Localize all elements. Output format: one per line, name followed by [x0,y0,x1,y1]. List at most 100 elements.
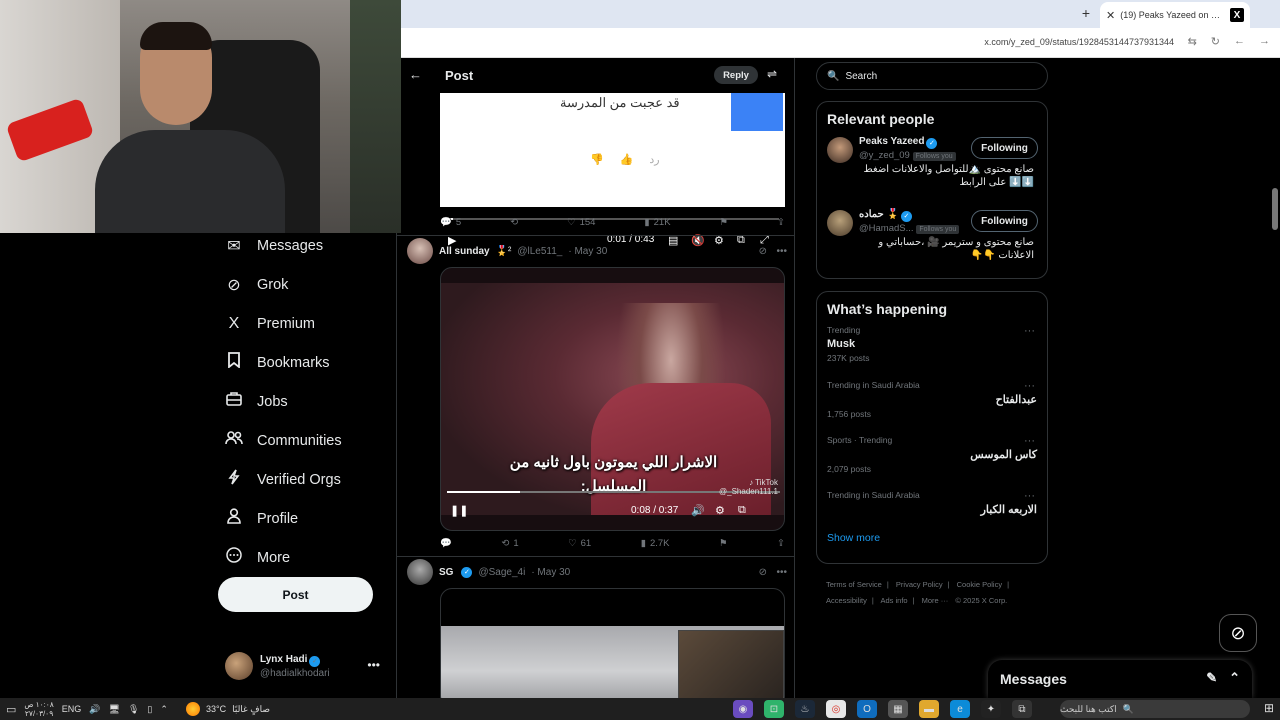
more-dots-icon[interactable]: ··· [1024,490,1035,502]
language-indicator[interactable]: ENG [62,704,82,714]
footer-link[interactable]: More ··· [922,596,949,605]
show-more-link[interactable]: Show more [817,532,1047,544]
trend-item[interactable]: Trending in Saudi Arabia الاربعه الكبار … [817,490,1047,530]
windows-start-icon[interactable]: ⊞ [1264,701,1274,715]
scrollbar-thumb[interactable] [1272,188,1278,230]
settings-icon[interactable]: ⚙ [715,504,725,517]
footer-link[interactable]: Privacy Policy [896,580,943,589]
bookmark-action[interactable]: ⚑ [720,214,729,230]
tune-icon[interactable]: ⇆ [1188,35,1197,48]
back-arrow-icon[interactable]: ← [409,67,422,82]
app-icon[interactable]: ◉ [733,700,753,718]
sliders-icon[interactable]: ⇌ [767,67,777,81]
person-name[interactable]: Peaks Yazeed [859,136,924,147]
chrome-icon[interactable]: ◎ [826,700,846,718]
avatar[interactable] [407,238,433,264]
app-icon[interactable]: ⊡ [764,700,784,718]
new-tab-button[interactable]: + [1082,5,1090,21]
chevron-up-icon[interactable]: ⌃ [1229,670,1240,686]
avatar[interactable] [407,559,433,585]
reply-action[interactable]: 💬 [440,535,452,551]
like-action[interactable]: ♡ 154 [567,214,595,230]
steam-icon[interactable]: ♨ [795,700,815,718]
url-field[interactable]: x.com/y_zed_09/status/192845314473793134… [984,37,1174,47]
volume-icon[interactable]: 🔊 [89,704,100,715]
more-dots-icon[interactable]: ··· [1024,380,1035,392]
share-action[interactable]: ⇪ [777,214,785,230]
more-dots-icon[interactable]: ••• [776,246,787,257]
nav-item-grok[interactable]: ⊘ Grok [215,265,395,304]
app-icon[interactable]: ▦ [888,700,908,718]
tweet1-video-frame[interactable]: قد عجبت من المدرسة 👎 👍 رد [440,93,785,207]
tweet2-video[interactable]: الاشرار اللي يموتون باول ثانيه من المسلس… [440,267,785,531]
reply-action[interactable]: 💬 5 [440,214,461,230]
nav-item-premium[interactable]: X Premium [215,304,395,343]
tweet-author-handle[interactable]: @lLe511_ [517,246,562,257]
footer-link[interactable]: Cookie Policy [957,580,1002,589]
tweet-date[interactable]: · May 30 [568,246,607,257]
like-action[interactable]: ♡ 61 [568,535,591,551]
nav-item-profile[interactable]: Profile [215,499,395,538]
grok-icon[interactable]: ⊘ [759,246,767,257]
trend-item[interactable]: Trending Musk 237K posts ··· [817,325,1047,380]
reply-button[interactable]: Reply [714,66,758,84]
nav-item-bookmarks[interactable]: Bookmarks [215,343,395,382]
retweet-action[interactable]: ⟲ [510,214,518,230]
share-action[interactable]: ⇪ [777,535,785,551]
nav-item-jobs[interactable]: Jobs [215,382,395,421]
notification-icon[interactable]: ▭ [6,703,16,716]
avatar[interactable] [827,210,853,236]
reload-icon[interactable]: ↻ [1211,35,1220,48]
tab-close-icon[interactable]: ✕ [1106,9,1115,22]
nav-item-verified-orgs[interactable]: Verified Orgs [215,460,395,499]
tweet-author-name[interactable]: SG [439,567,453,578]
folder-icon[interactable]: ▬ [919,700,939,718]
following-button[interactable]: Following [971,137,1038,159]
views-action[interactable]: ▮ 2.7K [641,535,670,551]
tweet-author-handle[interactable]: @Sage_4i [478,567,525,578]
page-scrollbar[interactable] [1270,58,1280,698]
weather-widget[interactable]: 33°C صافٍ غالبًا [186,702,270,716]
footer-link[interactable]: Terms of Service [826,580,882,589]
post-button[interactable]: Post [218,577,373,612]
trend-item[interactable]: Sports · Trending كاس الموسس 2,079 posts… [817,435,1047,490]
following-button[interactable]: Following [971,210,1038,232]
trend-item[interactable]: Trending in Saudi Arabia عبدالفتاح 1,756… [817,380,1047,435]
copilot-icon[interactable]: ✦ [981,700,1001,718]
footer-link[interactable]: Ads info [880,596,907,605]
views-action[interactable]: ▮ 21K [644,214,670,230]
forward-icon[interactable]: → [1259,35,1270,48]
pause-icon[interactable]: ❚❚ [450,504,468,517]
battery-icon[interactable]: ▯ [147,704,152,715]
search-input[interactable]: 🔍 Search [816,62,1048,90]
browser-tab-active[interactable]: ✕ (19) Peaks Yazeed on X: "ا... X [1100,2,1250,28]
relevant-person[interactable]: Peaks Yazeed ✓ @y_zed_09 Follows you Foll… [817,135,1047,208]
bookmark-action[interactable]: ⚑ [719,535,728,551]
person-name[interactable]: حماده 🎖️ [859,209,899,220]
tweet3-video[interactable] [440,588,785,698]
chevron-up-icon[interactable]: ⌃ [160,704,168,715]
task-view-icon[interactable]: ⧉ [1012,700,1032,718]
avatar[interactable] [827,137,853,163]
more-dots-icon[interactable]: ··· [1024,435,1035,447]
messages-drawer[interactable]: Messages ✎ ⌃ [988,660,1252,698]
grok-fab-button[interactable]: ⊘ [1219,614,1257,652]
footer-link[interactable]: Accessibility [826,596,867,605]
outlook-icon[interactable]: O [857,700,877,718]
relevant-person[interactable]: حماده 🎖️ ✓ @HamadS... Follows you Followi… [817,208,1047,281]
retweet-action[interactable]: ⟲ 1 [501,535,518,551]
edge-icon[interactable]: e [950,700,970,718]
back-icon[interactable]: ← [1234,35,1245,48]
volume-icon[interactable]: 🔊 [691,504,705,517]
grok-icon[interactable]: ⊘ [759,567,767,578]
nav-item-communities[interactable]: Communities [215,421,395,460]
nav-item-more[interactable]: More [215,538,395,577]
network-icon[interactable]: 🖥 [109,704,120,715]
microphone-icon[interactable]: 🎙 [128,704,139,715]
tweet-date[interactable]: · May 30 [531,567,570,578]
tweet-author-name[interactable]: All sunday [439,246,490,257]
clock[interactable]: ١٠:٠٨ ص ٢٧/٠٣/٠٩ [24,700,53,718]
account-switcher[interactable]: Lynx Hadi ✓ @hadialkhodari ••• [225,650,395,682]
more-dots-icon[interactable]: ··· [1024,325,1035,337]
taskbar-search[interactable]: 🔍 اكتب هنا للبحث [1060,700,1250,718]
